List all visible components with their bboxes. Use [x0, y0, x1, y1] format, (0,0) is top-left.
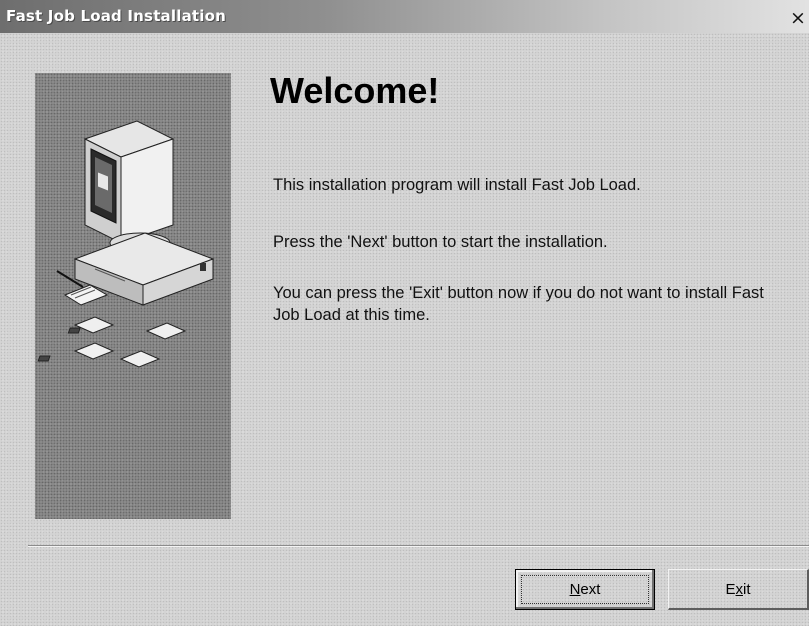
- intro-paragraph: This installation program will install F…: [273, 176, 641, 194]
- next-instruction-paragraph: Press the 'Next' button to start the ins…: [273, 233, 608, 251]
- welcome-heading: Welcome!: [270, 70, 440, 111]
- exit-button[interactable]: Exit: [668, 569, 809, 610]
- setup-illustration-panel: [35, 73, 231, 519]
- installer-window: Fast Job Load Installation × Welcome! Th…: [0, 0, 809, 626]
- focus-rectangle: [521, 575, 649, 604]
- next-button[interactable]: Next: [515, 569, 655, 610]
- exit-button-label: Exit: [725, 580, 751, 598]
- title-bar[interactable]: Fast Job Load Installation ×: [0, 0, 809, 33]
- button-divider: [28, 545, 809, 547]
- close-icon[interactable]: ×: [788, 8, 808, 28]
- exit-instruction-paragraph: You can press the 'Exit' button now if y…: [273, 284, 764, 324]
- computer-with-disks-icon: [37, 120, 215, 368]
- window-title: Fast Job Load Installation: [6, 7, 226, 25]
